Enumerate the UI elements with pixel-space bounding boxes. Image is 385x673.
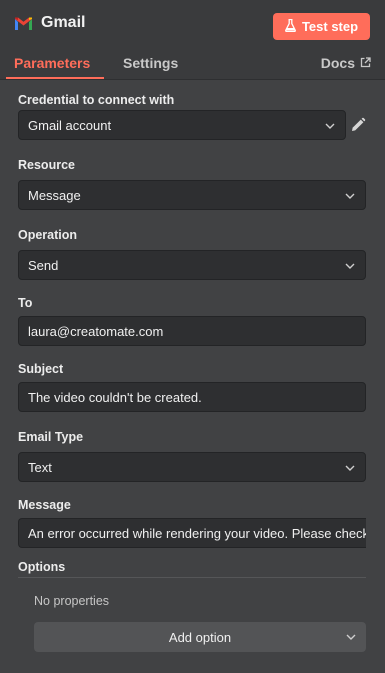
- test-step-label: Test step: [301, 19, 359, 34]
- message-input[interactable]: An error occurred while rendering your v…: [18, 518, 366, 548]
- message-label: Message: [18, 498, 71, 512]
- to-label: To: [18, 296, 33, 310]
- chevron-down-icon: [345, 465, 355, 471]
- active-tab-indicator: [6, 77, 104, 79]
- credential-label: Credential to connect with: [18, 93, 175, 107]
- resource-value: Message: [28, 187, 81, 203]
- docs-link[interactable]: Docs: [321, 55, 371, 71]
- options-label: Options: [18, 560, 66, 574]
- tab-settings[interactable]: Settings: [123, 55, 178, 71]
- options-divider: [18, 577, 366, 578]
- subject-value: The video couldn't be created.: [28, 389, 202, 405]
- message-value: An error occurred while rendering your v…: [28, 525, 366, 541]
- flask-icon: [285, 18, 296, 35]
- to-input[interactable]: laura@creatomate.com: [18, 316, 366, 346]
- tab-parameters[interactable]: Parameters: [14, 55, 90, 71]
- resource-select[interactable]: Message: [18, 180, 366, 210]
- pencil-icon[interactable]: [350, 117, 366, 133]
- email-type-select[interactable]: Text: [18, 452, 366, 482]
- credential-select[interactable]: Gmail account: [18, 110, 346, 140]
- add-option-button[interactable]: Add option: [34, 622, 366, 652]
- app-name: Gmail: [41, 14, 86, 31]
- chevron-down-icon: [325, 123, 335, 129]
- chevron-down-icon: [345, 193, 355, 199]
- docs-label: Docs: [320, 55, 355, 71]
- operation-label: Operation: [18, 228, 78, 242]
- operation-select[interactable]: Send: [18, 250, 366, 280]
- email-type-value: Text: [28, 459, 52, 475]
- to-value: laura@creatomate.com: [28, 323, 164, 339]
- add-option-label: Add option: [168, 629, 232, 645]
- chevron-down-icon: [346, 634, 356, 640]
- app-title: Gmail: [14, 14, 85, 32]
- credential-value: Gmail account: [28, 117, 112, 133]
- no-properties-text: No properties: [34, 594, 110, 608]
- subject-input[interactable]: The video couldn't be created.: [18, 382, 366, 412]
- external-link-icon: [360, 55, 371, 71]
- operation-value: Send: [28, 257, 59, 273]
- tab-bar: Parameters Settings Docs: [0, 50, 385, 80]
- resource-label: Resource: [18, 158, 75, 172]
- email-type-label: Email Type: [18, 430, 84, 444]
- gmail-icon: [14, 16, 33, 31]
- subject-label: Subject: [18, 362, 64, 376]
- chevron-down-icon: [345, 263, 355, 269]
- node-header: Gmail Test step Parameters Settings Docs: [0, 0, 385, 80]
- test-step-button[interactable]: Test step: [273, 13, 370, 40]
